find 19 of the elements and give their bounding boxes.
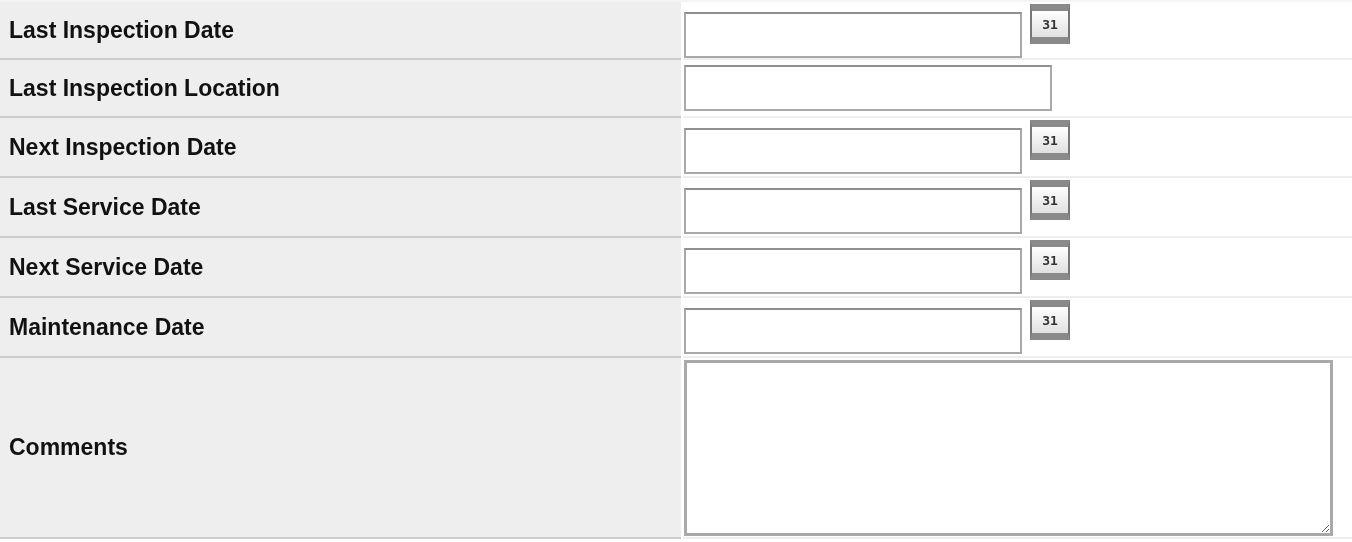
comments-field[interactable] (684, 360, 1333, 536)
field-label: Next Service Date (9, 253, 204, 281)
calendar-button[interactable]: 31 (1030, 300, 1070, 340)
field-label: Comments (9, 434, 128, 461)
field-label: Maintenance Date (9, 313, 205, 341)
calendar-button[interactable]: 31 (1030, 4, 1070, 44)
date-field[interactable] (684, 12, 1022, 58)
calendar-button[interactable]: 31 (1030, 120, 1070, 160)
calendar-button[interactable]: 31 (1030, 180, 1070, 220)
calendar-button[interactable]: 31 (1030, 240, 1070, 280)
field-label: Last Service Date (9, 193, 201, 221)
field-label: Last Inspection Date (9, 16, 234, 44)
date-field[interactable] (684, 188, 1022, 234)
date-field[interactable] (684, 308, 1022, 354)
date-field[interactable] (684, 248, 1022, 294)
field-label: Next Inspection Date (9, 133, 237, 161)
date-field[interactable] (684, 128, 1022, 174)
field-label: Last Inspection Location (9, 74, 280, 102)
location-field[interactable] (684, 65, 1052, 111)
